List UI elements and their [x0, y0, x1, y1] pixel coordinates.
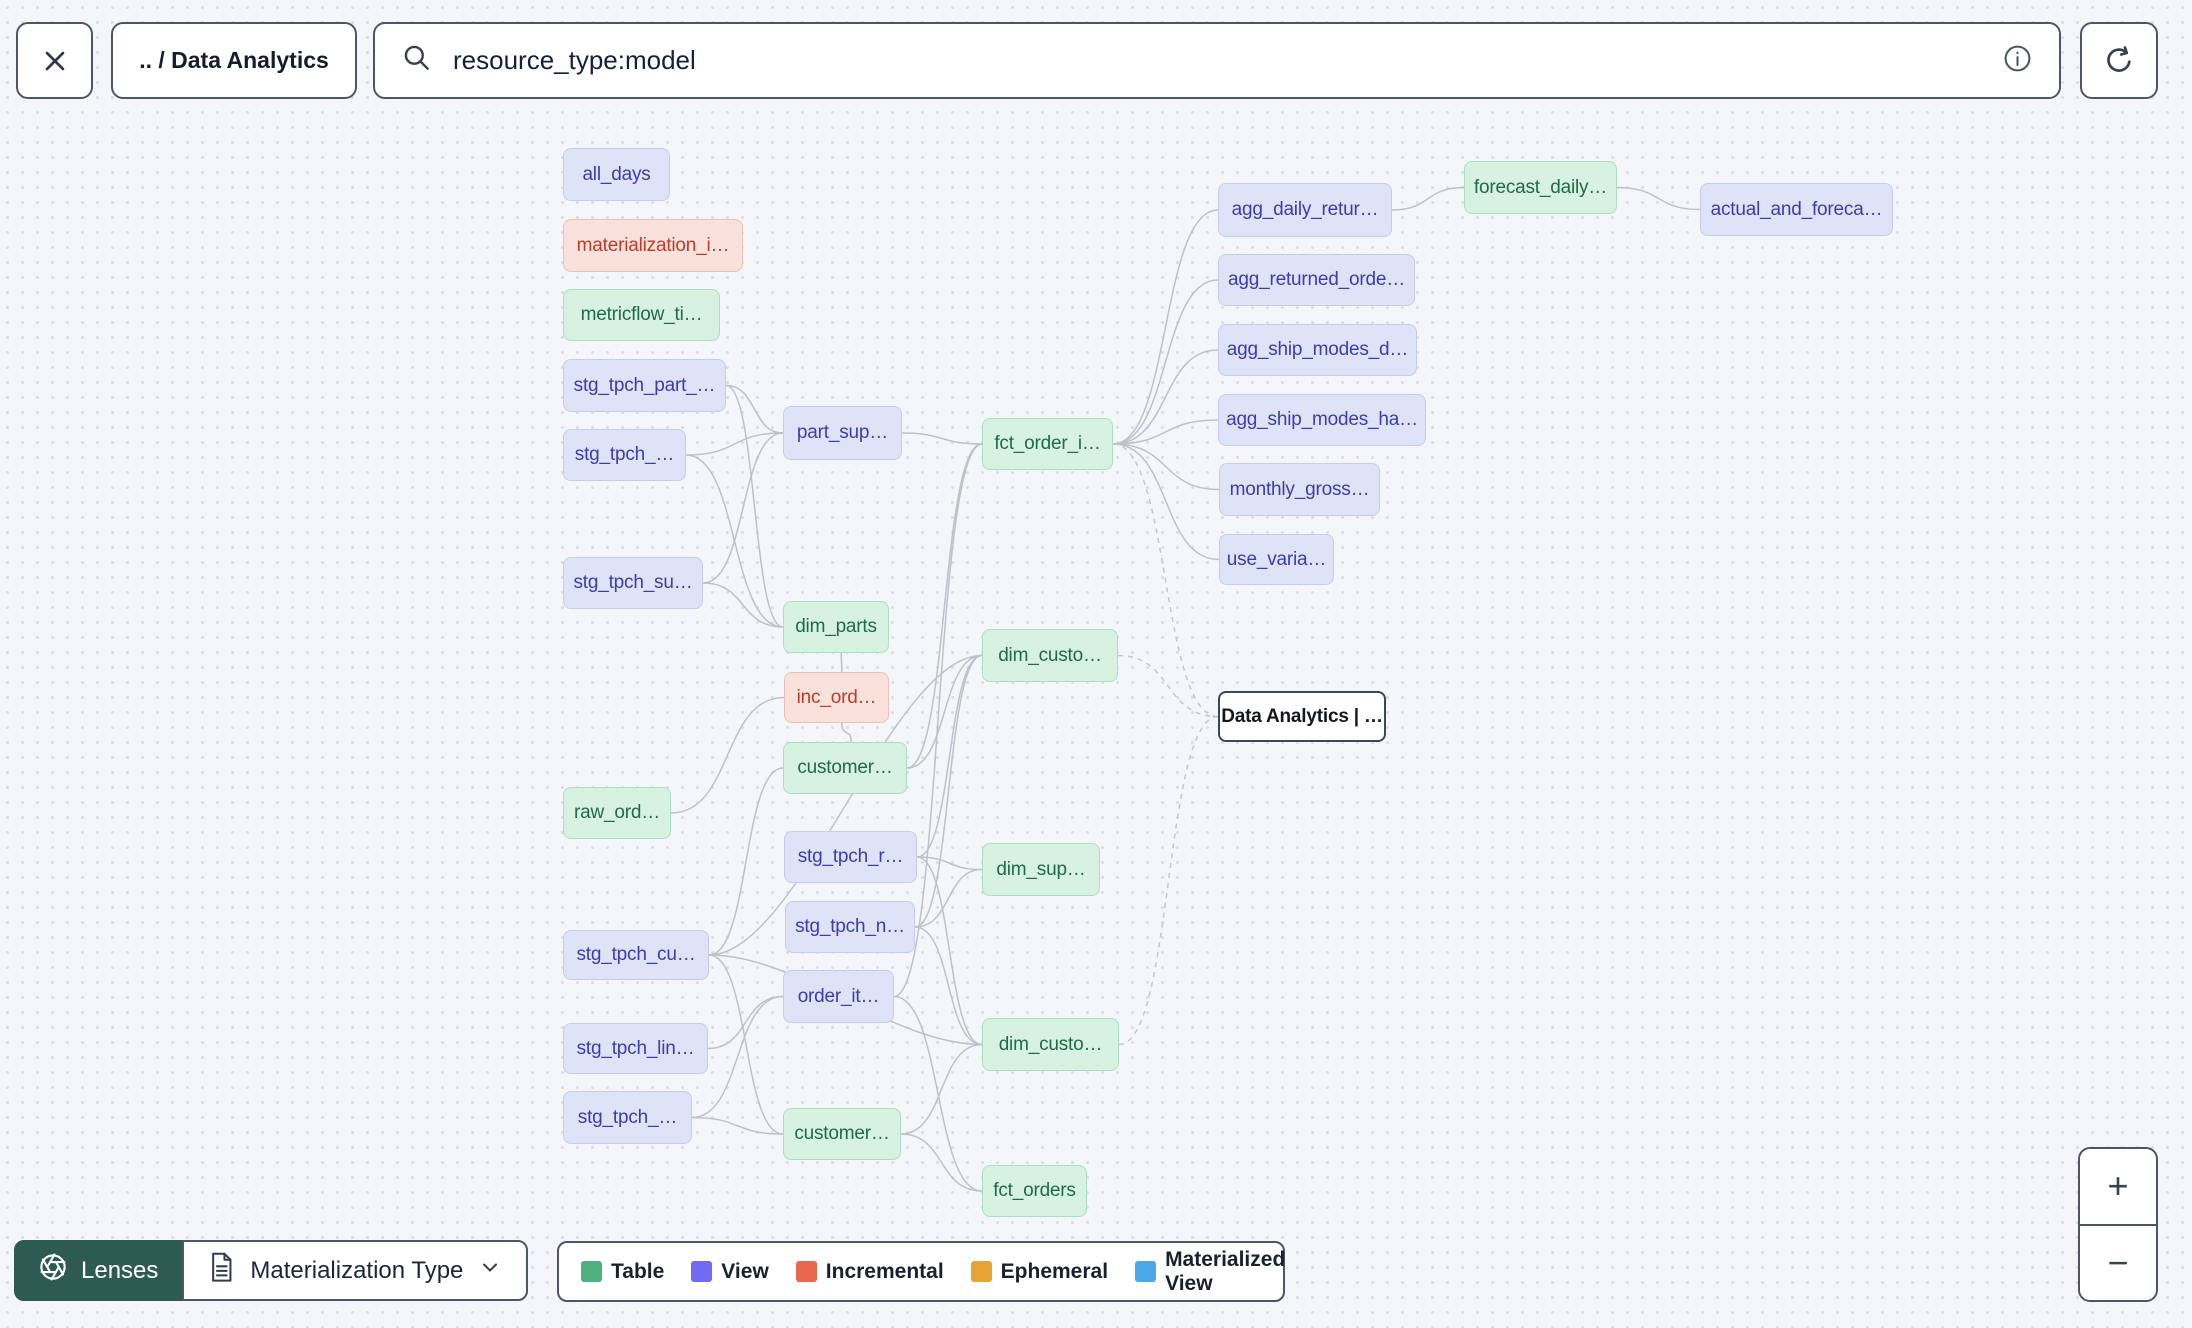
edge-order_it-to-fct_orders: [893, 995, 983, 1192]
legend-swatch: [1135, 1261, 1157, 1282]
lenses-button-label: Lenses: [81, 1256, 159, 1284]
graph-node-monthly_gross[interactable]: monthly_gross…: [1219, 463, 1380, 516]
legend-item-incremental: Incremental: [795, 1259, 944, 1284]
graph-node-fct_orders[interactable]: fct_orders: [982, 1165, 1087, 1217]
edge-forecast_daily-to-actual_and_foreca: [1616, 186, 1701, 211]
edge-stg_tpch_su-to-part_sup: [702, 432, 784, 584]
graph-node-agg_daily_retur[interactable]: agg_daily_retur…: [1218, 183, 1392, 237]
legend-label: View: [721, 1259, 769, 1283]
graph-node-actual_and_foreca[interactable]: actual_and_foreca…: [1700, 183, 1893, 236]
legend-label: Materialized View: [1165, 1247, 1286, 1295]
graph-node-dim_custo_b[interactable]: dim_custo…: [982, 1018, 1119, 1071]
document-icon: [208, 1252, 235, 1290]
edge-dim_custo_b-to-data_analytics: [1118, 715, 1219, 1046]
legend-item-table: Table: [581, 1260, 664, 1284]
lineage-canvas: { "toolbar": { "breadcrumb": ".. / Data …: [0, 0, 2192, 1328]
graph-node-agg_returned_orde[interactable]: agg_returned_orde…: [1218, 254, 1415, 306]
edge-fct_order_i-to-agg_returned_orde: [1112, 279, 1219, 445]
graph-node-stg_tpch_lin[interactable]: stg_tpch_lin…: [563, 1023, 708, 1074]
graph-node-dim_parts[interactable]: dim_parts: [783, 601, 889, 653]
lens-selector[interactable]: Materialization Type: [182, 1240, 529, 1301]
graph-node-dim_sup[interactable]: dim_sup…: [982, 843, 1100, 896]
edge-dim_custo_a-to-data_analytics: [1117, 654, 1219, 718]
edge-customer_a-to-dim_custo_a: [906, 654, 983, 769]
legend-swatch: [970, 1261, 992, 1282]
legend-item-ephemeral: Ephemeral: [970, 1259, 1109, 1284]
edge-stg_tpch_part-to-dim_parts: [725, 384, 784, 628]
graph-node-part_sup[interactable]: part_sup…: [783, 406, 902, 460]
graph-node-dim_custo_a[interactable]: dim_custo…: [982, 629, 1118, 682]
edge-fct_order_i-to-data_analytics: [1112, 443, 1219, 718]
graph-node-metricflow_ti[interactable]: metricflow_ti…: [563, 289, 720, 341]
lens-selector-label: Materialization Type: [250, 1256, 464, 1284]
legend-swatch: [581, 1261, 602, 1282]
graph-node-all_days[interactable]: all_days: [563, 148, 670, 201]
graph-node-order_it[interactable]: order_it…: [783, 970, 894, 1023]
edge-fct_order_i-to-monthly_gross: [1112, 443, 1220, 491]
zoom-in-button[interactable]: +: [2080, 1149, 2156, 1224]
graph-node-stg_tpch_b[interactable]: stg_tpch_…: [563, 1091, 692, 1144]
edge-inc_ord-to-customer_a: [841, 722, 852, 743]
edge-part_sup-to-fct_order_i: [901, 432, 983, 445]
edge-stg_tpch_cu-to-customer_a: [708, 767, 784, 956]
edge-stg_tpch_cu-to-customer_b: [708, 954, 784, 1135]
graph-node-forecast_daily[interactable]: forecast_daily…: [1464, 161, 1617, 214]
legend-swatch: [795, 1261, 817, 1282]
edge-stg_tpch_su-to-dim_parts: [702, 582, 784, 628]
graph-node-data_analytics[interactable]: Data Analytics | …: [1218, 691, 1386, 742]
legend-label: Table: [611, 1259, 665, 1283]
edge-customer_b-to-fct_orders: [900, 1133, 983, 1192]
graph-node-use_varia[interactable]: use_varia…: [1219, 534, 1334, 585]
graph-node-stg_tpch_a[interactable]: stg_tpch_…: [563, 429, 686, 481]
edge-fct_order_i-to-use_varia: [1112, 443, 1220, 561]
edge-raw_ord-to-inc_ord: [670, 696, 785, 814]
edge-stg_tpch_n-to-dim_custo_a: [914, 654, 983, 928]
zoom-controls: + −: [2078, 1147, 2158, 1302]
graph-node-inc_ord[interactable]: inc_ord…: [784, 672, 889, 723]
legend-item-materialized-view: Materialized View: [1135, 1248, 1285, 1296]
legend-label: Ephemeral: [1000, 1259, 1109, 1283]
graph-node-materialization_i[interactable]: materialization_i…: [563, 219, 743, 272]
edge-stg_tpch_r-to-dim_custo_b: [916, 856, 983, 1046]
edge-customer_a-to-fct_order_i: [906, 443, 983, 769]
lenses-control: Lenses Materialization Type: [14, 1240, 529, 1301]
graph-node-agg_ship_modes_d[interactable]: agg_ship_modes_d…: [1218, 324, 1417, 376]
graph-node-fct_order_i[interactable]: fct_order_i…: [982, 418, 1113, 470]
edge-agg_daily_retur-to-forecast_daily: [1391, 186, 1465, 211]
lenses-button[interactable]: Lenses: [14, 1240, 183, 1301]
graph-node-stg_tpch_su[interactable]: stg_tpch_su…: [563, 557, 703, 609]
graph-node-stg_tpch_r[interactable]: stg_tpch_r…: [784, 831, 917, 883]
aperture-icon: [38, 1252, 68, 1289]
graph-node-customer_b[interactable]: customer…: [783, 1108, 901, 1160]
graph-node-stg_tpch_part[interactable]: stg_tpch_part_…: [563, 359, 726, 412]
graph-node-stg_tpch_cu[interactable]: stg_tpch_cu…: [563, 930, 709, 980]
materialization-legend: Table View Incremental Ephemeral Materialize…: [557, 1241, 1285, 1302]
edge-fct_order_i-to-agg_daily_retur: [1112, 209, 1219, 445]
graph-node-raw_ord[interactable]: raw_ord…: [563, 787, 671, 839]
graph-node-agg_ship_modes_ha[interactable]: agg_ship_modes_ha…: [1218, 394, 1426, 446]
graph-node-customer_a[interactable]: customer…: [783, 742, 907, 794]
chevron-down-icon: [478, 1255, 502, 1286]
graph-node-stg_tpch_n[interactable]: stg_tpch_n…: [785, 901, 915, 953]
legend-swatch: [691, 1261, 713, 1282]
zoom-out-button[interactable]: −: [2080, 1223, 2156, 1301]
edge-customer_b-to-dim_custo_b: [900, 1043, 983, 1135]
legend-item-view: View: [691, 1259, 769, 1284]
legend-label: Incremental: [825, 1259, 944, 1283]
edge-stg_tpch_a-to-part_sup: [685, 432, 784, 456]
